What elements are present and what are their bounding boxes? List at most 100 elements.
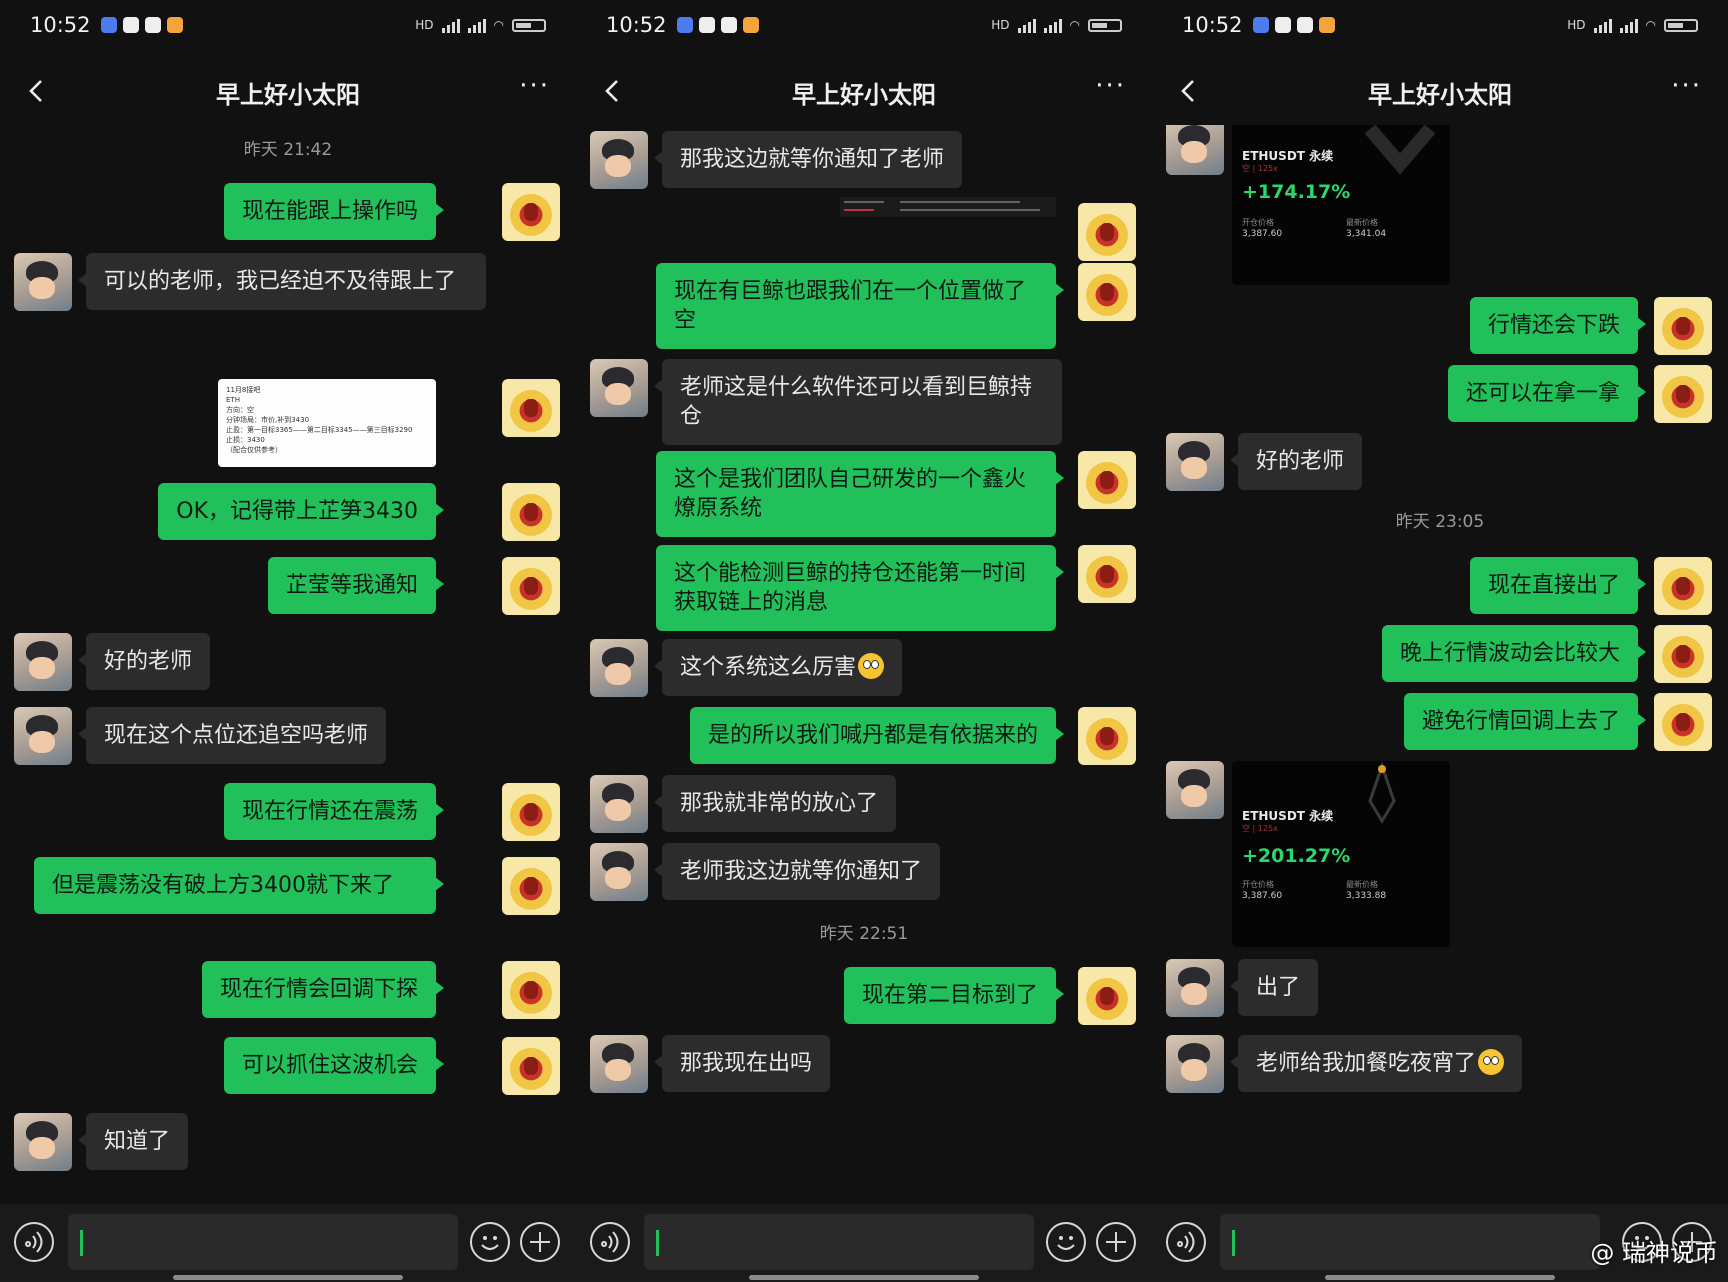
message-bubble-received[interactable]: 出了 <box>1229 959 1319 1016</box>
more-dots-icon[interactable]: ··· <box>1095 73 1126 99</box>
avatar[interactable] <box>1166 433 1224 491</box>
message-bubble-sent[interactable]: OK，记得带上芷笋3430 <box>158 483 444 540</box>
profit-card[interactable]: ETHUSDT 永续 空 | 125x +201.27% 开仓价格 3,387.… <box>1232 761 1450 947</box>
weibo-notification-icon <box>1318 17 1335 33</box>
message-bubble-sent[interactable]: 现在能跟上操作吗 <box>223 183 445 240</box>
voice-icon[interactable] <box>1166 1222 1206 1262</box>
message-bubble-sent[interactable]: 这个能检测巨鲸的持仓还能第一时间获取链上的消息 <box>656 545 1064 631</box>
more-dots-icon[interactable]: ··· <box>1671 73 1702 99</box>
message-bubble-received[interactable]: 好的老师 <box>1229 433 1363 490</box>
message-bubble-received[interactable]: 那我就非常的放心了 <box>653 775 897 832</box>
more-dots-icon[interactable]: ··· <box>519 73 550 99</box>
message-bubble-sent[interactable]: 但是震荡没有破上方3400就下来了 <box>34 857 444 914</box>
avatar[interactable] <box>1078 967 1136 1025</box>
avatar[interactable] <box>1078 545 1136 603</box>
avatar[interactable] <box>1654 557 1712 615</box>
message-bubble-sent[interactable]: 避免行情回调上去了 <box>1403 693 1647 750</box>
chat-header: 早上好小太阳 ··· <box>1152 62 1728 122</box>
avatar[interactable] <box>1078 203 1136 261</box>
message-input[interactable] <box>644 1214 1034 1270</box>
message-bubble-received[interactable]: 这个系统这么厉害 <box>653 639 903 696</box>
card-label-last: 最新价格 <box>1346 218 1378 227</box>
message-bubble-received[interactable]: 可以的老师，我已经迫不及待跟上了 <box>78 253 486 310</box>
plus-icon[interactable] <box>520 1222 560 1262</box>
app-notification-icon <box>100 17 117 33</box>
avatar[interactable] <box>502 857 560 915</box>
avatar[interactable] <box>1078 263 1136 321</box>
message-bubble-received[interactable]: 老师给我加餐吃夜宵了 <box>1229 1035 1523 1092</box>
message-text: 老师给我加餐吃夜宵了 <box>1256 1051 1477 1076</box>
message-list: 昨天 21:42 现在能跟上操作吗 可以的老师，我已经迫不及待跟上了 11月8接… <box>0 125 576 1200</box>
avatar[interactable] <box>1166 761 1224 819</box>
avatar[interactable] <box>502 1037 560 1095</box>
avatar[interactable] <box>1654 297 1712 355</box>
whale-positions-image[interactable] <box>840 197 1056 217</box>
avatar[interactable] <box>590 775 648 833</box>
phone-screen-3: 10:52 HD ◠ 早上好小太阳 ··· ETHUSDT 永续 空 | 125… <box>1152 0 1728 1282</box>
profit-card[interactable]: ETHUSDT 永续 空 | 125x +174.17% 开仓价格 3,387.… <box>1232 125 1450 285</box>
message-bubble-sent[interactable]: 还可以在拿一拿 <box>1447 365 1647 422</box>
voice-icon[interactable] <box>590 1222 630 1262</box>
avatar[interactable] <box>590 131 648 189</box>
message-bubble-sent[interactable]: 晚上行情波动会比较大 <box>1381 625 1647 682</box>
message-bubble-sent[interactable]: 是的所以我们喊丹都是有依据来的 <box>689 707 1065 764</box>
message-bubble-sent[interactable]: 行情还会下跌 <box>1469 297 1647 354</box>
message-bubble-sent[interactable]: 可以抓住这波机会 <box>223 1037 445 1094</box>
plus-icon[interactable] <box>1096 1222 1136 1262</box>
back-arrow-icon[interactable] <box>1174 76 1204 106</box>
avatar[interactable] <box>590 639 648 697</box>
emoji-icon[interactable] <box>470 1222 510 1262</box>
back-arrow-icon[interactable] <box>598 76 628 106</box>
message-input[interactable] <box>68 1214 458 1270</box>
avatar[interactable] <box>1078 707 1136 765</box>
message-bubble-received[interactable]: 老师这是什么软件还可以看到巨鲸持仓 <box>654 359 1062 445</box>
avatar[interactable] <box>502 379 560 437</box>
mail-notification-icon <box>1296 17 1313 33</box>
avatar[interactable] <box>502 783 560 841</box>
avatar[interactable] <box>1078 451 1136 509</box>
avatar[interactable] <box>14 633 72 691</box>
avatar[interactable] <box>502 961 560 1019</box>
message-bubble-received[interactable]: 那我这边就等你通知了老师 <box>653 131 963 188</box>
card-pnl: +201.27% <box>1242 845 1351 867</box>
strategy-image[interactable]: 11月8接吧 ETH 方向：空 分钟场局：市价,补到3430 止盈：第一目标33… <box>218 379 436 467</box>
system-icons: HD ◠ <box>415 17 546 33</box>
card-side: 空 | 125x <box>1242 824 1278 833</box>
avatar[interactable] <box>1166 1035 1224 1093</box>
avatar[interactable] <box>1654 693 1712 751</box>
avatar[interactable] <box>590 359 648 417</box>
home-indicator <box>1325 1275 1555 1280</box>
avatar[interactable] <box>14 253 72 311</box>
message-bubble-sent[interactable]: 现在直接出了 <box>1469 557 1647 614</box>
message-bubble-received[interactable]: 现在这个点位还追空吗老师 <box>77 707 387 764</box>
emoji-icon[interactable] <box>1046 1222 1086 1262</box>
home-indicator <box>749 1275 979 1280</box>
avatar[interactable] <box>502 557 560 615</box>
message-input[interactable] <box>1220 1214 1600 1270</box>
avatar[interactable] <box>1654 625 1712 683</box>
message-bubble-sent[interactable]: 现在行情会回调下探 <box>201 961 445 1018</box>
message-bubble-sent[interactable]: 芷莹等我通知 <box>267 557 445 614</box>
message-list: ETHUSDT 永续 空 | 125x +174.17% 开仓价格 3,387.… <box>1152 125 1728 1200</box>
back-arrow-icon[interactable] <box>22 76 52 106</box>
app-notification-icon <box>676 17 693 33</box>
time-label: 昨天 23:05 <box>1395 512 1485 532</box>
avatar[interactable] <box>1166 125 1224 175</box>
message-bubble-received[interactable]: 老师我这边就等你通知了 <box>653 843 941 900</box>
message-bubble-received[interactable]: 好的老师 <box>77 633 211 690</box>
message-bubble-sent[interactable]: 现在有巨鲸也跟我们在一个位置做了空 <box>656 263 1064 349</box>
avatar[interactable] <box>14 1113 72 1171</box>
avatar[interactable] <box>590 843 648 901</box>
message-bubble-received[interactable]: 那我现在出吗 <box>653 1035 831 1092</box>
avatar[interactable] <box>1166 959 1224 1017</box>
message-bubble-received[interactable]: 知道了 <box>77 1113 189 1170</box>
avatar[interactable] <box>14 707 72 765</box>
avatar[interactable] <box>502 183 560 241</box>
message-bubble-sent[interactable]: 这个是我们团队自己研发的一个鑫火燎原系统 <box>656 451 1064 537</box>
avatar[interactable] <box>590 1035 648 1093</box>
voice-icon[interactable] <box>14 1222 54 1262</box>
avatar[interactable] <box>502 483 560 541</box>
avatar[interactable] <box>1654 365 1712 423</box>
message-bubble-sent[interactable]: 现在行情还在震荡 <box>223 783 445 840</box>
message-bubble-sent[interactable]: 现在第二目标到了 <box>843 967 1065 1024</box>
